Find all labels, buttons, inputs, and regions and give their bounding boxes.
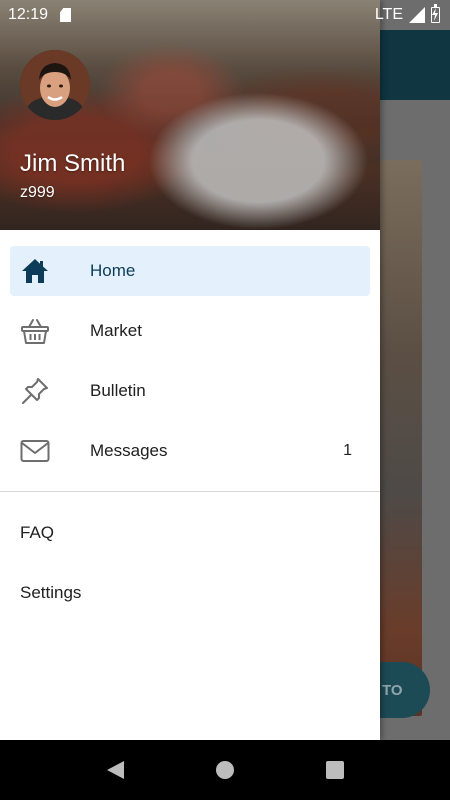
messages-count-badge: 1: [343, 442, 352, 459]
menu-item-label: Home: [90, 261, 136, 280]
drawer-header: Jim Smith z999: [0, 0, 380, 230]
menu-item-settings[interactable]: Settings: [0, 563, 380, 623]
basket-icon: [21, 319, 49, 344]
content-card: [380, 160, 422, 716]
menu-divider: [0, 491, 380, 492]
home-icon: [22, 259, 48, 283]
user-id: z999: [20, 184, 55, 201]
recents-icon[interactable]: [325, 761, 344, 779]
user-name: Jim Smith: [20, 150, 126, 177]
sd-card-icon: [60, 8, 72, 22]
mail-icon: [20, 440, 50, 462]
network-type: LTE: [374, 6, 403, 23]
menu-item-label: FAQ: [20, 523, 55, 542]
menu-item-label: Bulletin: [90, 381, 146, 400]
pushpin-icon: [22, 378, 48, 404]
menu-item-label: Messages: [90, 441, 168, 460]
menu-item-bulletin[interactable]: Bulletin: [10, 366, 370, 416]
avatar[interactable]: [20, 50, 90, 120]
fab-label: TO: [382, 681, 403, 699]
status-time: 12:19: [8, 6, 49, 23]
navigation-drawer: Jim Smith z999 Home Market Bulletin Mess…: [0, 0, 380, 740]
secondary-menu: FAQ Settings: [0, 503, 380, 623]
menu-item-home[interactable]: Home: [10, 246, 370, 296]
menu-item-label: Market: [90, 321, 142, 340]
menu-item-faq[interactable]: FAQ: [0, 503, 380, 563]
system-nav-bar: [0, 740, 450, 800]
home-button-icon[interactable]: [215, 761, 234, 779]
menu-item-market[interactable]: Market: [10, 306, 370, 356]
battery-icon: [431, 4, 440, 23]
back-icon[interactable]: [106, 761, 124, 779]
drawer-menu: Home Market Bulletin Messages 1: [0, 230, 380, 476]
signal-icon: [409, 7, 425, 23]
menu-item-messages[interactable]: Messages 1: [10, 426, 370, 476]
menu-item-label: Settings: [20, 583, 82, 602]
status-bar: 12:19 LTE: [0, 0, 450, 30]
